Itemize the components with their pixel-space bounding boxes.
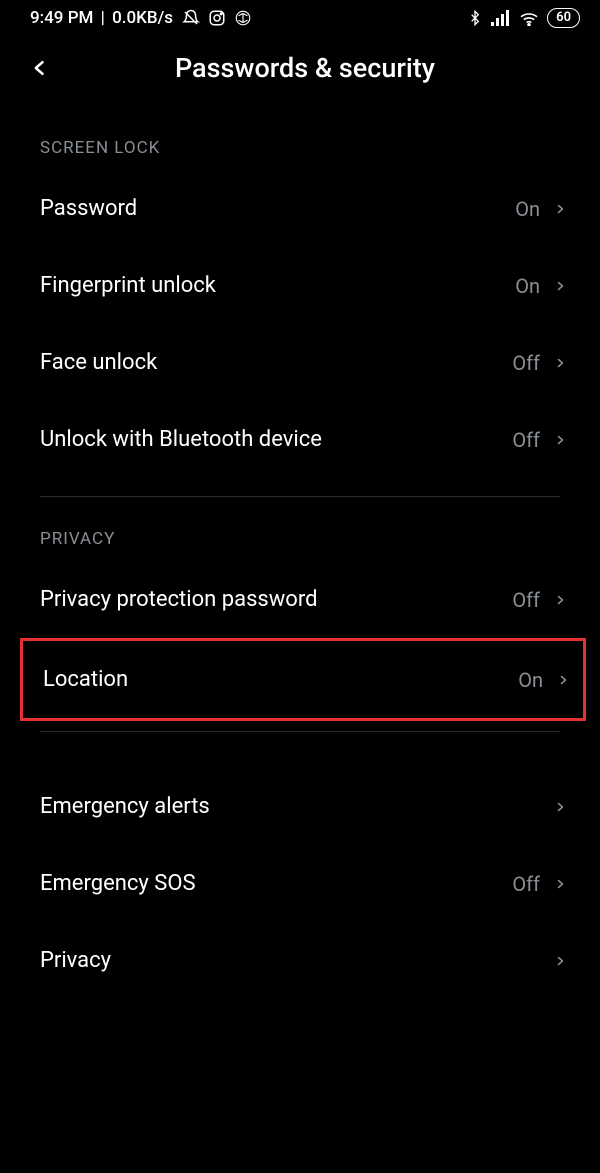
row-label: Privacy	[40, 948, 540, 973]
row-label: Emergency alerts	[40, 794, 540, 819]
row-label: Privacy protection password	[40, 587, 512, 612]
chevron-right-icon	[554, 353, 566, 373]
status-bar: 9:49 PM | 0.0KB/s 60	[0, 0, 600, 32]
row-label: Fingerprint unlock	[40, 273, 515, 298]
row-value: Off	[512, 351, 540, 375]
row-privacy-protection-password[interactable]: Privacy protection password Off	[0, 561, 600, 638]
status-left: 9:49 PM | 0.0KB/s	[30, 8, 252, 28]
section-header-screen-lock: Screen lock	[0, 112, 600, 170]
row-label: Emergency SOS	[40, 871, 512, 896]
row-location[interactable]: Location On	[23, 641, 583, 718]
row-value: Off	[512, 872, 540, 896]
chevron-right-icon	[557, 670, 569, 690]
page-title: Passwords & security	[64, 52, 546, 84]
instagram-icon	[208, 9, 226, 27]
row-unlock-bluetooth[interactable]: Unlock with Bluetooth device Off	[0, 401, 600, 478]
highlight-box: Location On	[20, 638, 586, 721]
row-value: Off	[512, 588, 540, 612]
chevron-right-icon	[554, 951, 566, 971]
row-value: On	[515, 197, 540, 221]
row-label: Location	[43, 667, 518, 692]
row-value: On	[518, 668, 543, 692]
signal-icon	[491, 10, 511, 26]
section-header-privacy: Privacy	[0, 503, 600, 561]
row-label: Unlock with Bluetooth device	[40, 427, 512, 452]
chevron-right-icon	[554, 874, 566, 894]
app-header: Passwords & security	[0, 32, 600, 112]
row-face-unlock[interactable]: Face unlock Off	[0, 324, 600, 401]
status-sep: |	[96, 8, 109, 28]
row-label: Face unlock	[40, 350, 512, 375]
divider	[40, 496, 560, 497]
chevron-right-icon	[554, 797, 566, 817]
app-icon	[234, 9, 252, 27]
status-right: 60	[467, 8, 580, 28]
chevron-right-icon	[554, 199, 566, 219]
row-value: On	[515, 274, 540, 298]
status-time: 9:49 PM	[30, 8, 93, 28]
row-fingerprint-unlock[interactable]: Fingerprint unlock On	[0, 247, 600, 324]
status-net: 0.0KB/s	[112, 8, 173, 28]
battery-indicator: 60	[547, 8, 580, 28]
chevron-right-icon	[554, 430, 566, 450]
divider	[40, 731, 560, 732]
dnd-icon	[182, 9, 200, 27]
row-label: Password	[40, 196, 515, 221]
wifi-icon	[519, 10, 539, 26]
bluetooth-icon	[467, 9, 483, 27]
chevron-right-icon	[554, 276, 566, 296]
row-emergency-sos[interactable]: Emergency SOS Off	[0, 845, 600, 922]
row-emergency-alerts[interactable]: Emergency alerts	[0, 768, 600, 845]
row-value: Off	[512, 428, 540, 452]
row-privacy[interactable]: Privacy	[0, 922, 600, 999]
back-button[interactable]	[30, 54, 64, 82]
chevron-right-icon	[554, 590, 566, 610]
row-password[interactable]: Password On	[0, 170, 600, 247]
